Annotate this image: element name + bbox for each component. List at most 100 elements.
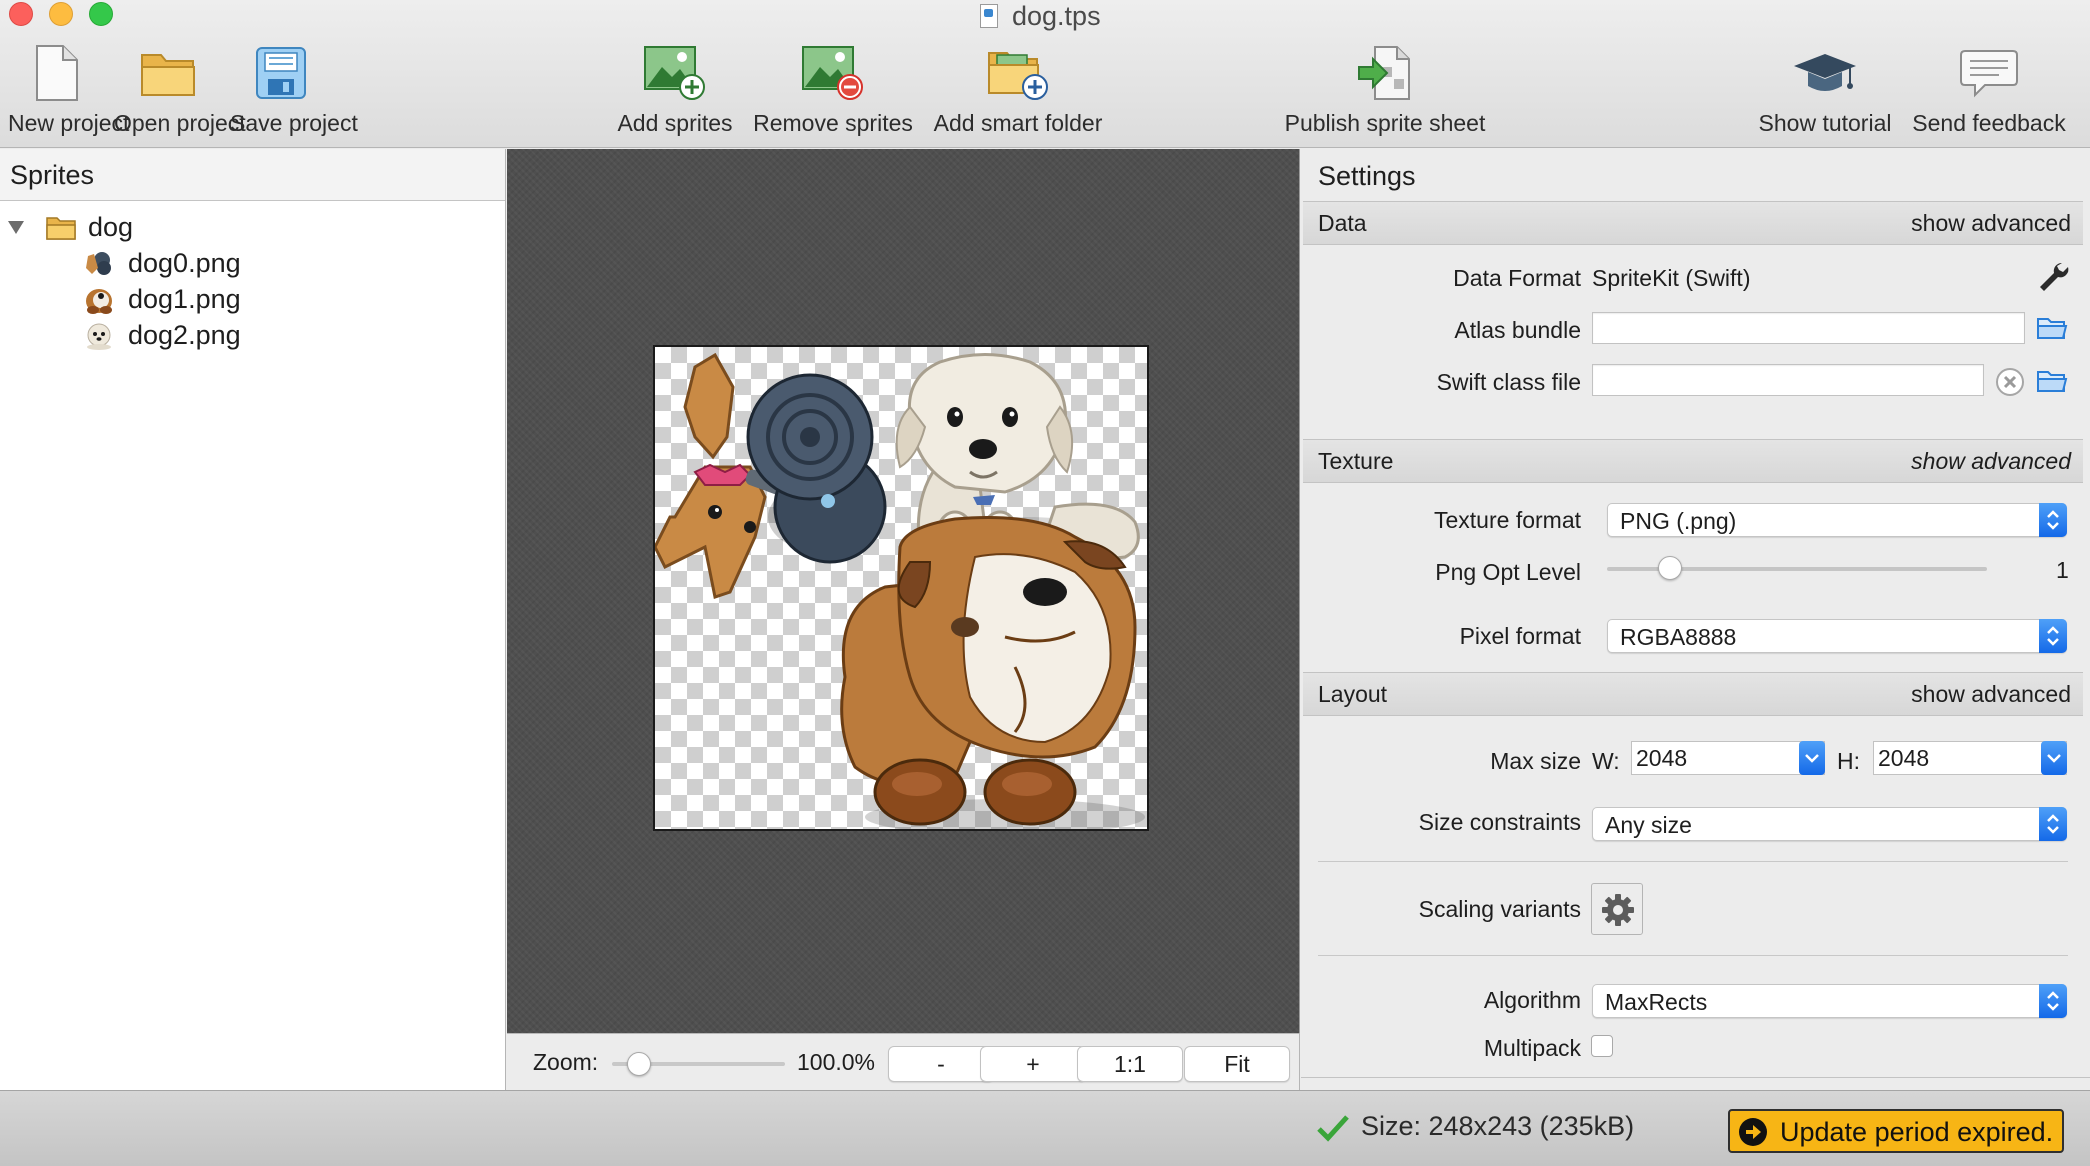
settings-title: Settings [1318, 161, 1416, 191]
actual-size-button[interactable]: 1:1 [1077, 1046, 1183, 1082]
bulldog-sprite [840, 516, 1145, 829]
remove-sprites-label: Remove sprites [753, 110, 913, 136]
fit-button[interactable]: Fit [1184, 1046, 1290, 1082]
zoom-in-button[interactable]: + [980, 1046, 1086, 1082]
window-title-text: dog.tps [1012, 0, 1101, 31]
layout-divider [1318, 861, 2068, 862]
update-period-expired-button[interactable]: Update period expired. [1728, 1109, 2064, 1153]
max-height-combo[interactable]: 2048 [1873, 741, 2067, 775]
add-sprites-button[interactable]: Add sprites [608, 40, 742, 137]
tree-item-dog0[interactable]: dog0.png [0, 245, 505, 281]
max-height-label: H: [1837, 748, 1860, 774]
open-project-button[interactable]: Open project [114, 40, 246, 137]
add-smart-folder-button[interactable]: Add smart folder [928, 40, 1108, 137]
max-width-label: W: [1592, 748, 1620, 774]
atlas-bundle-input[interactable] [1592, 312, 2025, 344]
document-icon [980, 4, 998, 28]
folder-browse-icon[interactable] [2036, 314, 2068, 347]
show-tutorial-label: Show tutorial [1758, 110, 1892, 136]
data-format-label: Data Format [1453, 265, 1581, 291]
select-arrows-icon [2039, 503, 2067, 537]
data-format-value: SpriteKit (Swift) [1592, 265, 1751, 291]
publish-icon [1280, 40, 1490, 106]
texture-section-header: Texture show advanced [1303, 439, 2083, 483]
png-opt-level-value: 1 [2056, 557, 2069, 583]
data-section-title: Data [1318, 210, 1367, 236]
update-period-expired-label: Update period expired. [1780, 1117, 2054, 1147]
status-bar: Size: 248x243 (235kB) Update period expi… [0, 1090, 2090, 1166]
send-feedback-button[interactable]: Send feedback [1910, 40, 2068, 137]
arrow-right-circle-icon [1738, 1117, 1768, 1152]
folder-label: dog [88, 212, 134, 242]
texture-section-title: Texture [1318, 448, 1394, 474]
zoom-out-button[interactable]: - [888, 1046, 994, 1082]
scaling-variants-button[interactable] [1591, 883, 1643, 935]
png-opt-level-knob[interactable] [1658, 556, 1682, 580]
folder-browse-icon[interactable] [2036, 367, 2068, 400]
sprites-panel: Sprites dog dog0.png dog1.png dog2.png [0, 149, 506, 1090]
layout-show-advanced-link[interactable]: show advanced [1911, 681, 2071, 708]
chevron-down-icon[interactable] [1799, 741, 1825, 775]
png-opt-level-label: Png Opt Level [1435, 559, 1581, 585]
texture-format-value: PNG (.png) [1620, 508, 1737, 534]
multipack-checkbox[interactable] [1591, 1035, 1613, 1057]
add-sprites-label: Add sprites [617, 110, 733, 136]
remove-image-icon [752, 40, 914, 106]
tree-item-dog1[interactable]: dog1.png [0, 281, 505, 317]
swift-class-file-input[interactable] [1592, 364, 1984, 396]
send-feedback-label: Send feedback [1912, 110, 2066, 136]
publish-sprite-sheet-button[interactable]: Publish sprite sheet [1280, 40, 1490, 137]
sprites-panel-header: Sprites [0, 149, 505, 201]
wrench-icon[interactable] [2036, 259, 2070, 298]
texture-format-select[interactable]: PNG (.png) [1607, 503, 2067, 537]
new-project-button[interactable]: New project [8, 40, 129, 137]
zoom-label: Zoom: [533, 1049, 599, 1075]
add-image-icon [608, 40, 742, 106]
max-width-combo[interactable]: 2048 [1631, 741, 1825, 775]
clear-icon[interactable] [1995, 367, 2025, 402]
add-smart-folder-label: Add smart folder [933, 110, 1103, 136]
show-tutorial-button[interactable]: Show tutorial [1754, 40, 1896, 137]
tree-folder-dog[interactable]: dog [0, 209, 505, 245]
chevron-down-icon[interactable] [2041, 741, 2067, 775]
data-show-advanced-link[interactable]: show advanced [1911, 210, 2071, 237]
disclosure-triangle-icon[interactable] [8, 221, 24, 234]
window-titlebar: dog.tps New project Open project Save pr… [0, 0, 2090, 148]
multipack-label: Multipack [1483, 1035, 1581, 1061]
save-project-button[interactable]: Save project [230, 40, 358, 137]
sprite-sheet-preview-area[interactable] [507, 149, 1300, 1033]
settings-panel: Settings Data show advanced Data Format … [1301, 149, 2090, 1090]
folder-icon [114, 40, 222, 106]
sprite-label: dog1.png [128, 284, 241, 314]
max-size-label: Max size [1490, 748, 1581, 774]
size-constraints-value: Any size [1605, 812, 1692, 838]
algorithm-label: Algorithm [1483, 987, 1581, 1013]
size-constraints-select[interactable]: Any size [1592, 807, 2067, 841]
select-arrows-icon [2039, 807, 2067, 841]
chihuahua-sprite [655, 352, 887, 599]
minimize-window-button[interactable] [49, 2, 73, 26]
puppy-thumbnail-icon [84, 322, 114, 359]
size-constraints-label: Size constraints [1418, 809, 1581, 835]
zoom-bar: Zoom: 100.0% - + 1:1 Fit [507, 1033, 1300, 1090]
max-height-value: 2048 [1878, 745, 1930, 771]
texture-format-label: Texture format [1434, 507, 1581, 533]
save-project-label: Save project [230, 110, 358, 136]
close-window-button[interactable] [9, 2, 33, 26]
tree-item-dog2[interactable]: dog2.png [0, 317, 505, 353]
max-width-value: 2048 [1636, 745, 1688, 771]
settings-bottom-border [1301, 1077, 2090, 1078]
window-title: dog.tps [980, 0, 1101, 32]
sprite-sheet-canvas[interactable] [653, 345, 1149, 831]
sheet-size-text: Size: 248x243 (235kB) [1361, 1111, 1635, 1141]
zoom-window-button[interactable] [89, 2, 113, 26]
zoom-slider-knob[interactable] [627, 1052, 651, 1076]
publish-sprite-sheet-label: Publish sprite sheet [1284, 110, 1486, 136]
texture-show-advanced-link[interactable]: show advanced [1911, 448, 2071, 475]
open-project-label: Open project [114, 110, 246, 136]
algorithm-select[interactable]: MaxRects [1592, 984, 2067, 1018]
remove-sprites-button[interactable]: Remove sprites [752, 40, 914, 137]
pixel-format-value: RGBA8888 [1620, 624, 1737, 650]
pixel-format-select[interactable]: RGBA8888 [1607, 619, 2067, 653]
atlas-bundle-label: Atlas bundle [1454, 317, 1581, 343]
